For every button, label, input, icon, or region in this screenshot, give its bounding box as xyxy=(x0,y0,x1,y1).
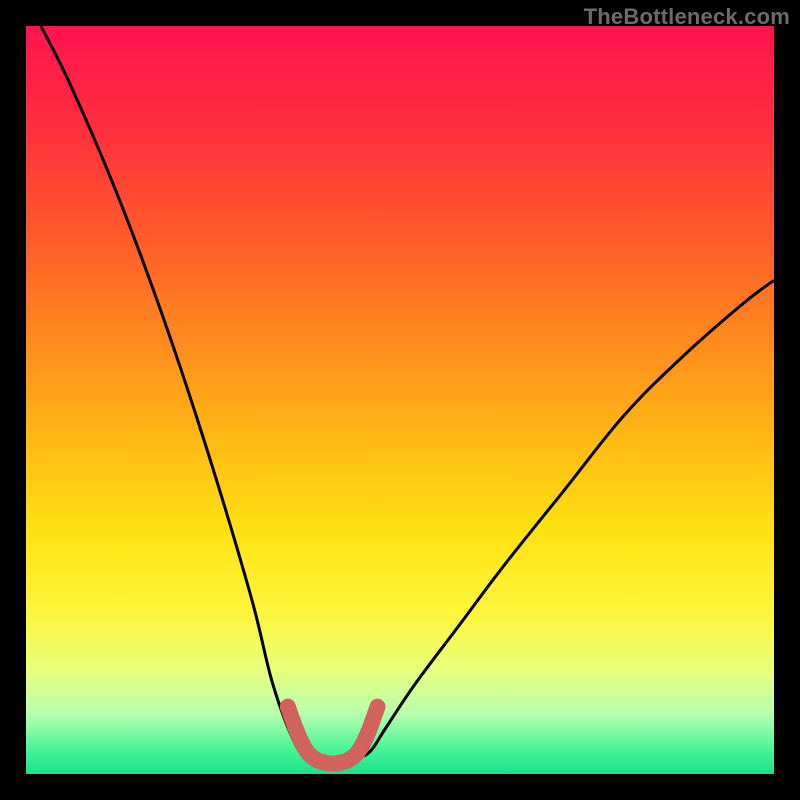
chart-background xyxy=(26,26,774,774)
chart-plot-area xyxy=(26,26,774,774)
chart-frame: TheBottleneck.com xyxy=(0,0,800,800)
watermark-text: TheBottleneck.com xyxy=(584,4,790,30)
chart-svg xyxy=(26,26,774,774)
